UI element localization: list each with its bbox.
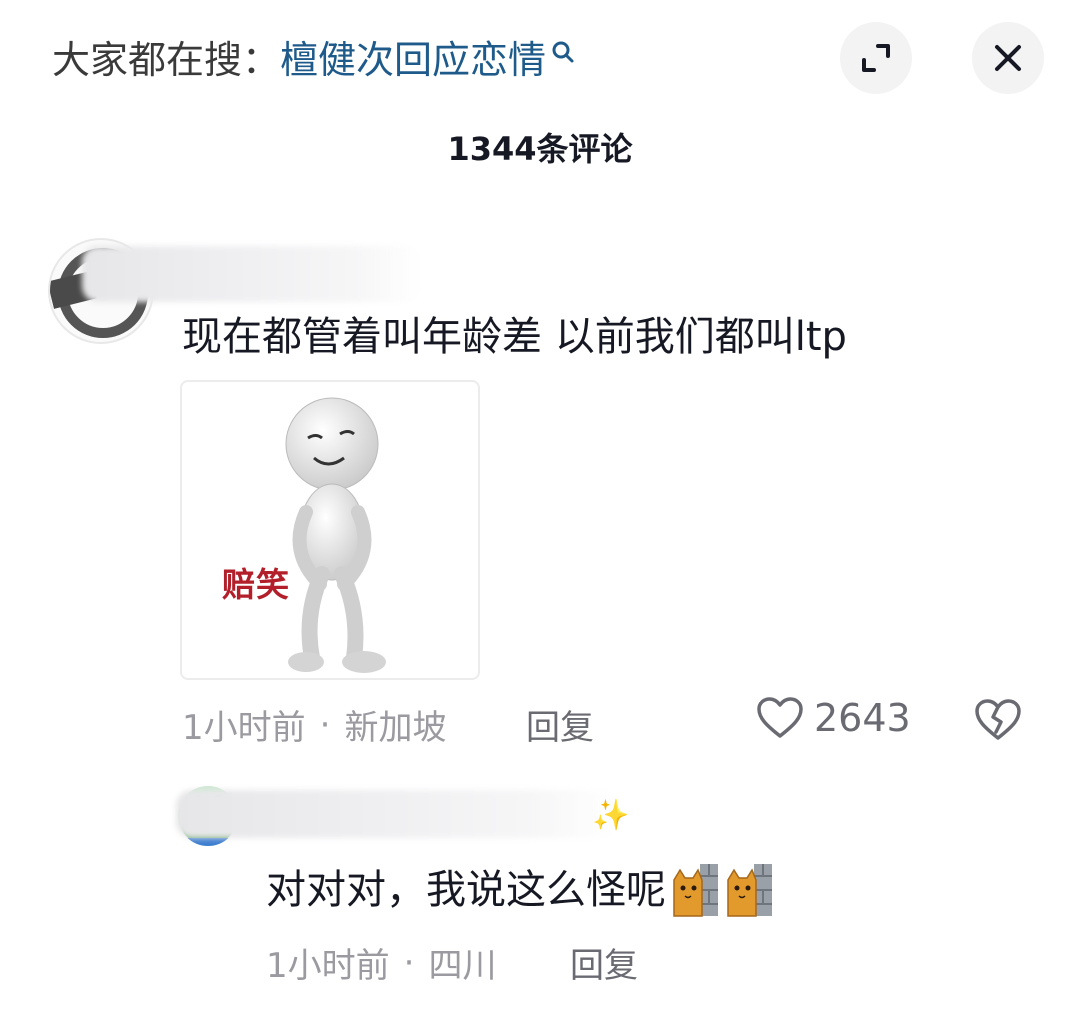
close-icon (995, 45, 1021, 71)
reply-username-blurred[interactable] (176, 790, 616, 838)
username-blurred[interactable] (82, 246, 422, 302)
broken-heart-icon (975, 699, 1021, 740)
reply-meta: 1小时前 · 四川 (266, 938, 496, 987)
reply-button[interactable]: 回复 (570, 938, 638, 987)
reply-button[interactable]: 回复 (526, 700, 594, 749)
heart-icon (757, 697, 803, 738)
cat-hiding-icon (673, 864, 718, 917)
trending-search-query[interactable]: 檀健次回应恋情 (280, 34, 546, 86)
expand-button[interactable] (840, 22, 912, 94)
comment-time: 1小时前 (182, 708, 306, 748)
dislike-button[interactable] (974, 698, 1022, 746)
trending-search-prefix: 大家都在搜： (52, 38, 281, 82)
search-icon (552, 41, 574, 63)
comment-sticker[interactable]: 赔笑 (180, 380, 480, 680)
trending-search-hint[interactable]: 大家都在搜： 檀健次回应恋情 (52, 34, 578, 86)
meta-separator: · (403, 942, 415, 983)
sparkle-icon: ✨ (592, 798, 630, 833)
sticker-caption: 赔笑 (222, 565, 290, 604)
reply-text: 对对对，我说这么怪呢 (266, 867, 666, 913)
close-button[interactable] (972, 22, 1044, 94)
like-button[interactable]: 2643 (756, 696, 911, 740)
smiling-figure-icon (285, 397, 386, 673)
comment-location: 新加坡 (344, 708, 447, 748)
expand-icon (862, 44, 890, 72)
comment-count: 1344条评论 (447, 130, 633, 168)
comment-meta: 1小时前 · 新加坡 (182, 700, 446, 749)
meta-separator: · (319, 704, 331, 745)
reply-location: 四川 (428, 946, 497, 986)
comment-text: 现在都管着叫年龄差 以前我们都叫ltp (182, 314, 847, 360)
reply-time: 1小时前 (266, 946, 390, 986)
cat-hiding-icon (727, 864, 772, 917)
reply-text-row: 对对对，我说这么怪呢 (266, 862, 774, 918)
like-count: 2643 (814, 696, 911, 740)
